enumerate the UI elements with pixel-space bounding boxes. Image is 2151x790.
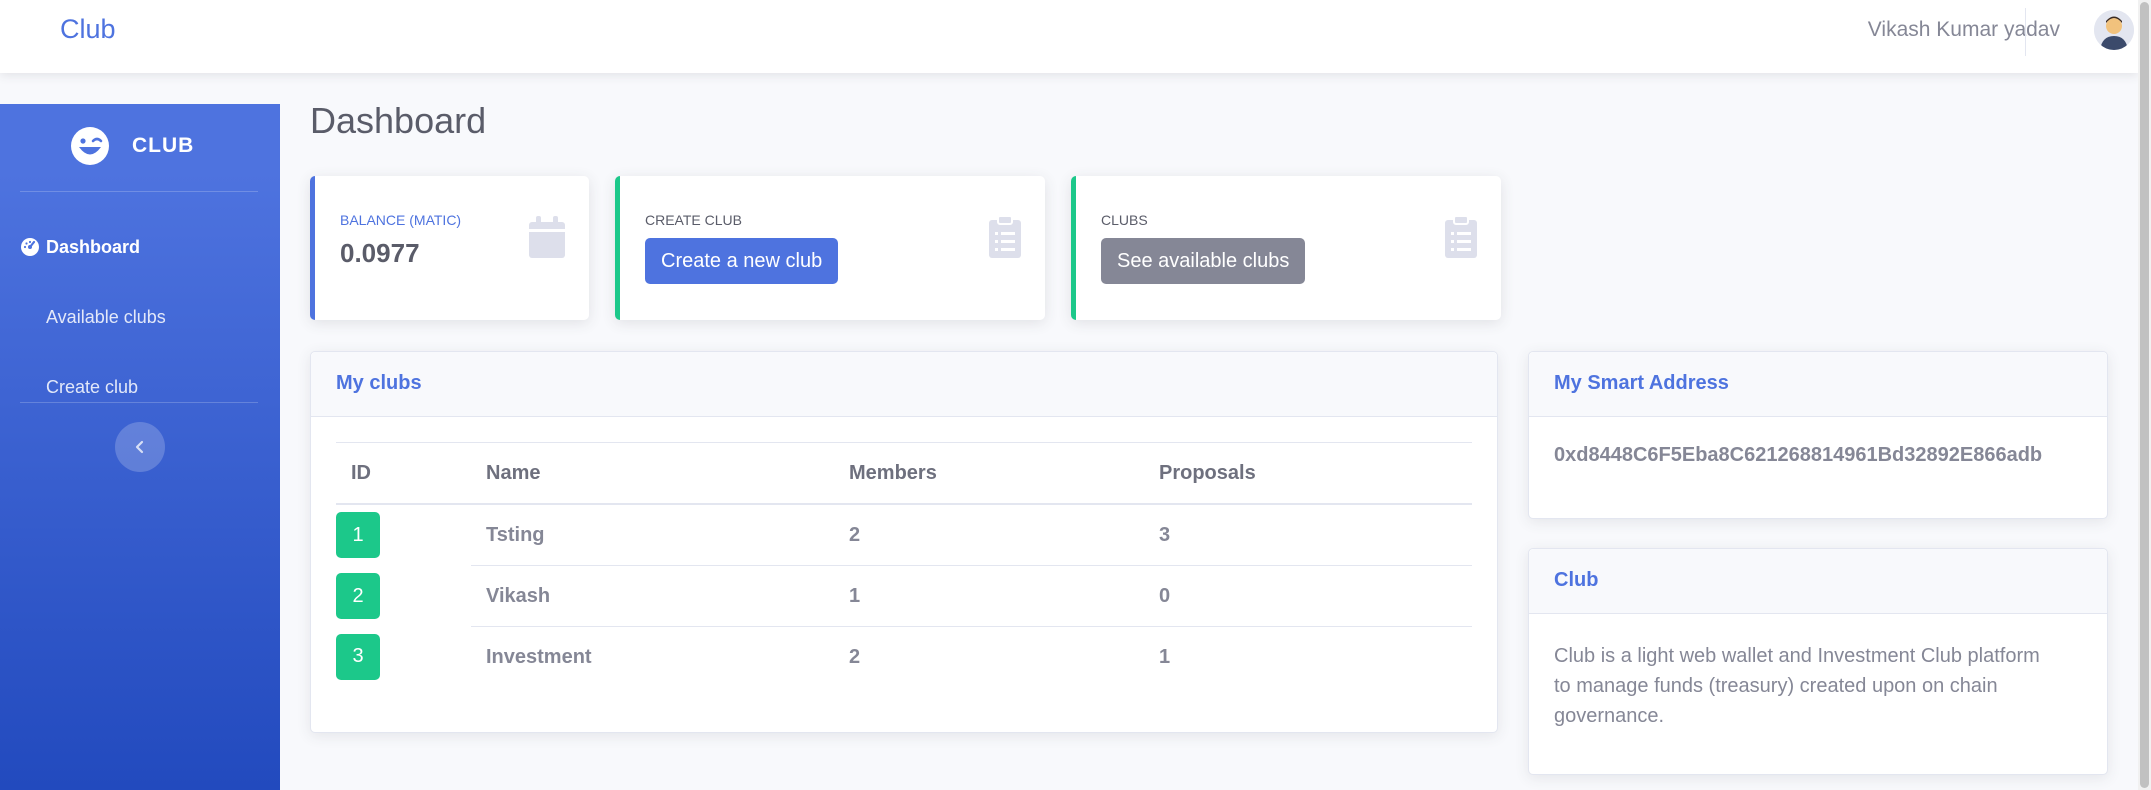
about-line: governance. (1554, 705, 1665, 727)
smart-address-value: 0xd8448C6F5Eba8C621268814961Bd32892E866a… (1554, 444, 2043, 466)
club-name-cell: Tsting (486, 523, 545, 546)
proposals-cell: 1 (1144, 626, 1472, 687)
column-header-proposals[interactable]: Proposals (1144, 442, 1472, 505)
scrollbar-thumb[interactable] (2140, 2, 2149, 788)
sidebar-divider (20, 402, 258, 403)
create-new-club-button[interactable]: Create a new club (645, 238, 839, 284)
clubs-label: CLUBS (1101, 212, 1148, 228)
about-header: Club (1529, 549, 2107, 614)
table-row[interactable]: 1 Tsting 2 3 (336, 504, 1472, 566)
tachometer-icon (20, 236, 42, 258)
club-name-cell: Investment (471, 626, 834, 687)
table-row[interactable]: 2 Vikash 1 0 (336, 565, 1472, 627)
club-name-cell: Vikash (471, 565, 834, 627)
about-card: Club Club is a light web wallet and Inve… (1528, 548, 2108, 775)
sidebar-brand-text: CLUB (132, 134, 195, 157)
app-brand-link[interactable]: Club (60, 14, 116, 45)
id-cell: 1 (336, 504, 471, 566)
my-clubs-header: My clubs (311, 352, 1497, 417)
members-cell: 2 (849, 523, 861, 546)
clubs-table: ID Name Members Proposals 1 Tsting 2 3 2… (336, 442, 1472, 687)
about-line: Club is a light web wallet and Investmen… (1554, 645, 2040, 667)
members-cell: 2 (834, 626, 1144, 687)
sidebar-item-dashboard[interactable]: Dashboard (20, 227, 258, 267)
id-badge[interactable]: 1 (336, 512, 380, 559)
id-badge[interactable]: 3 (336, 633, 380, 680)
sidebar-item-label: Available clubs (46, 306, 166, 327)
balance-card: BALANCE (MATIC) 0.0977 (310, 176, 589, 320)
calendar-icon (529, 216, 565, 263)
smart-address-header: My Smart Address (1529, 352, 2107, 417)
clipboard-list-icon (989, 215, 1021, 263)
user-avatar[interactable] (2094, 10, 2134, 50)
create-club-card: CREATE CLUB Create a new club (615, 176, 1045, 320)
balance-value: 0.0977 (340, 238, 420, 268)
id-cell: 2 (336, 566, 471, 627)
table-header-row: ID Name Members Proposals (336, 442, 1472, 505)
column-header-members[interactable]: Members (834, 442, 1144, 505)
topbar: Club Vikash Kumar yadav (0, 0, 2138, 73)
my-clubs-card: My clubs ID Name Members Proposals 1 Tst… (310, 351, 1498, 733)
proposals-cell: 3 (1159, 523, 1171, 546)
user-name[interactable]: Vikash Kumar yadav (1868, 18, 2060, 42)
about-line: to manage funds (treasury) created upon … (1554, 675, 1998, 697)
table-row[interactable]: 3 Investment 2 1 (336, 626, 1472, 688)
members-cell: 1 (834, 565, 1144, 627)
id-badge[interactable]: 2 (336, 573, 380, 619)
column-header-id[interactable]: ID (336, 442, 471, 505)
sidebar-item-create-club[interactable]: Create club (20, 367, 258, 407)
user-avatar-icon (2094, 10, 2134, 50)
smart-address-title: My Smart Address (1554, 372, 1729, 394)
smart-address-card: My Smart Address 0xd8448C6F5Eba8C6212688… (1528, 351, 2108, 519)
sidebar-item-label: Dashboard (46, 236, 141, 257)
page-title: Dashboard (310, 100, 487, 141)
laugh-wink-icon (71, 127, 109, 165)
id-cell: 3 (336, 627, 471, 688)
vertical-scrollbar[interactable] (2138, 0, 2151, 790)
chevron-left-icon (135, 440, 144, 454)
see-available-clubs-button[interactable]: See available clubs (1101, 238, 1306, 284)
clipboard-list-icon (1445, 215, 1477, 263)
about-description: Club is a light web wallet and Investmen… (1554, 641, 2040, 731)
my-clubs-title: My clubs (336, 372, 422, 394)
sidebar-item-available-clubs[interactable]: Available clubs (20, 297, 258, 337)
sidebar-item-label: Create club (46, 376, 139, 397)
sidebar-brand[interactable]: CLUB (70, 126, 194, 166)
sidebar-toggle-button[interactable] (115, 422, 165, 472)
clubs-card: CLUBS See available clubs (1071, 176, 1501, 320)
balance-label: BALANCE (MATIC) (340, 212, 462, 228)
sidebar-divider (20, 191, 258, 192)
create-club-label: CREATE CLUB (645, 212, 742, 228)
topbar-divider (2025, 8, 2026, 56)
column-header-name[interactable]: Name (471, 442, 834, 505)
sidebar: CLUB Dashboard Available clubs Create cl… (0, 104, 280, 790)
about-title: Club (1554, 569, 1599, 591)
proposals-cell: 0 (1144, 565, 1472, 627)
